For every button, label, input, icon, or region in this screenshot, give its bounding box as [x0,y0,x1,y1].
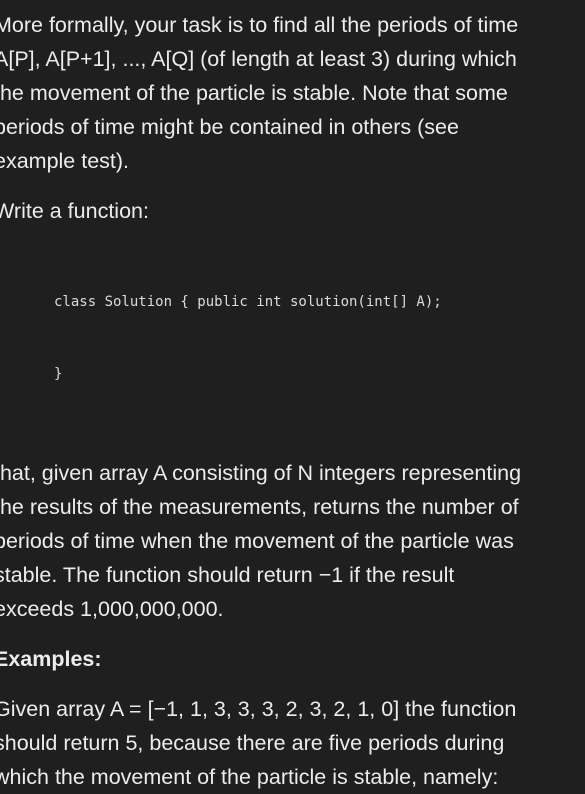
example-paragraph: Given array A = [−1, 1, 3, 3, 3, 2, 3, 2… [0,692,585,794]
example-line: should return 5, because there are five … [0,731,505,755]
examples-heading: Examples: [0,647,102,671]
intro-line: example test). [0,149,130,173]
example-line: which the movement of the particle is st… [0,765,499,789]
intro-line: More formally, your task is to find all … [0,13,519,37]
code-block: class Solution { public int solution(int… [0,238,585,434]
description-paragraph: that, given array A consisting of N inte… [0,456,585,626]
description-line: that, given array A consisting of N inte… [0,461,522,485]
problem-statement: More formally, your task is to find all … [0,8,585,794]
code-line: class Solution { public int solution(int… [54,294,442,310]
intro-line: A[P], A[P+1], ..., A[Q] (of length at le… [0,47,517,71]
code-line: } [54,366,63,382]
example-line: Given array A = [−1, 1, 3, 3, 3, 2, 3, 2… [0,697,517,721]
intro-line: periods of time might be contained in ot… [0,115,459,139]
write-function-text: Write a function: [0,199,149,223]
description-line: exceeds 1,000,000,000. [0,597,224,621]
description-line: periods of time when the movement of the… [0,529,514,553]
description-line: stable. The function should return −1 if… [0,563,455,587]
description-line: the results of the measurements, returns… [0,495,519,519]
intro-paragraph: More formally, your task is to find all … [0,8,585,178]
intro-line: the movement of the particle is stable. … [0,81,508,105]
